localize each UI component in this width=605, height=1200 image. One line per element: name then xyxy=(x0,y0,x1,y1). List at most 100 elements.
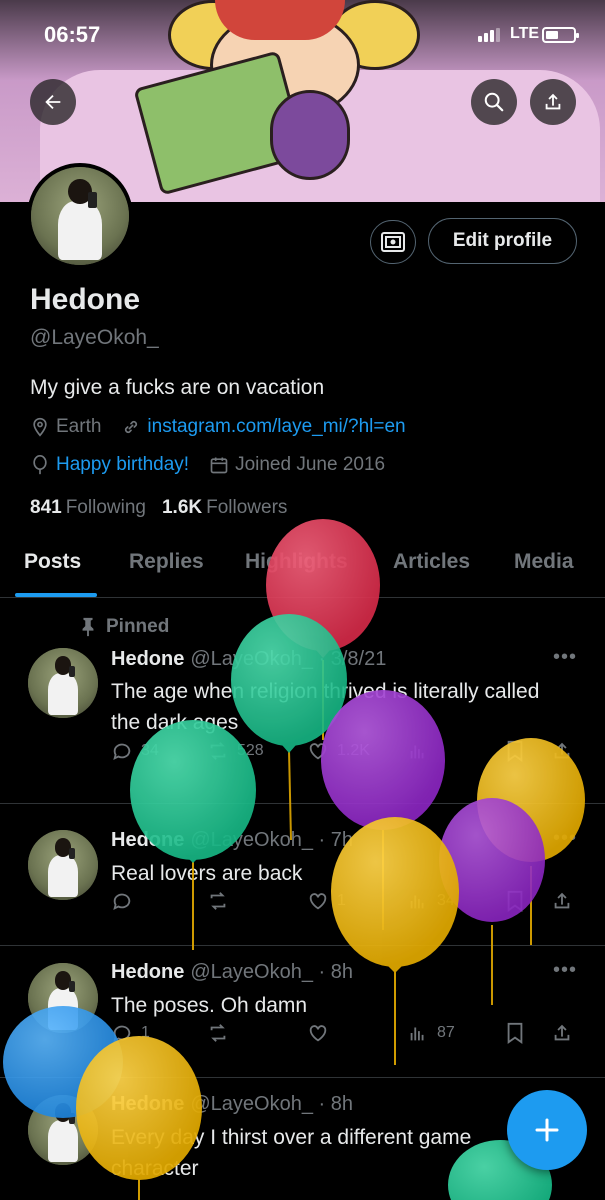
repost-icon xyxy=(210,892,226,910)
share-icon xyxy=(554,1024,570,1041)
profile-avatar[interactable] xyxy=(27,163,133,269)
post-text: Every day I thirst over a different game… xyxy=(111,1126,472,1180)
post-header: Hedone @LayeOkoh_ · 7h xyxy=(111,829,353,852)
share-post-button[interactable] xyxy=(551,890,573,912)
bookmark-icon xyxy=(507,740,523,762)
profile-meta-row: Happy birthday! Joined June 2016 xyxy=(30,454,385,476)
status-time: 06:57 xyxy=(44,22,101,47)
post-item[interactable]: Hedone @LayeOkoh_ · 8h ••• The poses. Oh … xyxy=(0,947,605,1078)
profile-bio: My give a fucks are on vacation xyxy=(30,376,325,399)
bookmark-button[interactable] xyxy=(505,740,525,762)
tab-media[interactable]: Media xyxy=(514,550,574,574)
like-count: 1 xyxy=(337,892,346,909)
profile-handle: @LayeOkoh_ xyxy=(30,326,159,349)
share-icon xyxy=(554,742,570,759)
repost-count: 528 xyxy=(237,742,264,759)
share-post-button[interactable] xyxy=(551,1022,573,1044)
following-label: Following xyxy=(65,497,146,518)
like-count: 1.2K xyxy=(337,742,370,759)
pin-icon xyxy=(82,617,94,637)
link-icon xyxy=(125,420,138,434)
post-item[interactable]: Pinned Hedone @LayeOkoh_ · 3/8/21 ••• The… xyxy=(0,599,605,804)
like-button[interactable]: 1 xyxy=(307,890,346,912)
post-avatar[interactable] xyxy=(28,648,98,718)
share-button[interactable] xyxy=(530,79,576,125)
tab-highlights[interactable]: Highlights xyxy=(245,550,348,574)
following-link[interactable]: 841 Following xyxy=(30,497,146,519)
photo-button[interactable] xyxy=(370,220,416,264)
share-icon xyxy=(545,93,561,110)
more-options-button[interactable]: ••• xyxy=(553,827,577,850)
birthday-link[interactable]: Happy birthday! xyxy=(56,454,189,476)
more-options-button[interactable]: ••• xyxy=(553,646,577,669)
post-avatar[interactable] xyxy=(28,830,98,900)
post-avatar[interactable] xyxy=(28,963,98,1033)
back-arrow-icon xyxy=(45,94,61,110)
views-icon xyxy=(410,895,424,909)
pinned-label: Pinned xyxy=(80,616,169,638)
bookmark-icon xyxy=(507,1022,523,1044)
bookmark-button[interactable] xyxy=(505,890,525,912)
post-header: Hedone @LayeOkoh_ · 3/8/21 xyxy=(111,648,386,671)
tab-articles[interactable]: Articles xyxy=(393,550,470,574)
views-button[interactable]: 87 xyxy=(407,1022,455,1044)
reply-icon xyxy=(113,893,131,911)
compose-button[interactable] xyxy=(507,1090,587,1170)
post-author-name[interactable]: Hedone xyxy=(111,1093,184,1115)
like-button[interactable]: 1.2K xyxy=(307,740,370,762)
post-avatar[interactable] xyxy=(28,1095,98,1165)
edit-profile-button[interactable]: Edit profile xyxy=(428,218,577,264)
views-count: 87 xyxy=(437,1024,455,1041)
search-icon xyxy=(484,92,504,112)
views-button[interactable] xyxy=(407,740,429,762)
compose-icon xyxy=(535,1118,559,1142)
repost-icon xyxy=(210,1024,226,1042)
share-icon xyxy=(554,892,570,909)
repost-button[interactable] xyxy=(207,890,229,912)
post-text: The poses. Oh damn xyxy=(111,994,308,1017)
profile-location: Earth xyxy=(56,416,102,437)
reply-button[interactable] xyxy=(111,890,133,912)
followers-count: 1.6K xyxy=(161,497,203,518)
camera-icon xyxy=(381,232,405,252)
tab-replies[interactable]: Replies xyxy=(129,550,204,574)
like-button[interactable] xyxy=(307,1022,329,1044)
followers-link[interactable]: 1.6K Followers xyxy=(162,497,287,519)
reply-button[interactable]: 34 xyxy=(111,740,159,762)
post-header: Hedone @LayeOkoh_ · 8h xyxy=(111,961,353,984)
profile-name: Hedone xyxy=(30,283,141,316)
balloon-icon xyxy=(33,455,47,475)
post-author-name[interactable]: Hedone xyxy=(111,648,184,670)
tab-posts[interactable]: Posts xyxy=(24,550,81,574)
follow-stats: 841 Following 1.6K Followers xyxy=(30,497,287,519)
post-meta: @LayeOkoh_ · 7h xyxy=(190,829,353,851)
repost-button[interactable]: 528 xyxy=(207,740,264,762)
bookmark-button[interactable] xyxy=(505,1022,525,1044)
search-button[interactable] xyxy=(471,79,517,125)
reply-count: 1 xyxy=(141,1024,150,1041)
views-button[interactable]: 34 xyxy=(407,890,455,912)
repost-icon xyxy=(210,742,226,760)
battery-icon xyxy=(542,27,579,43)
repost-button[interactable] xyxy=(207,1022,229,1044)
network-label: LTE xyxy=(510,25,540,42)
post-author-name[interactable]: Hedone xyxy=(111,829,184,851)
status-bar: 06:57 LTE xyxy=(0,22,605,52)
profile-link[interactable]: instagram.com/laye_mi/?hl=en xyxy=(147,416,405,438)
post-item[interactable]: Hedone @LayeOkoh_ · 7h ••• Real lovers ar… xyxy=(0,805,605,946)
back-button[interactable] xyxy=(30,79,76,125)
like-icon xyxy=(309,743,327,760)
reply-button[interactable]: 1 xyxy=(111,1022,150,1044)
profile-meta-row: Earth instagram.com/laye_mi/?hl=en xyxy=(30,416,406,438)
post-meta: @LayeOkoh_ · 8h xyxy=(190,961,353,983)
reply-count: 34 xyxy=(141,742,159,759)
post-text: Real lovers are back xyxy=(111,862,303,885)
followers-label: Followers xyxy=(206,497,288,518)
calendar-icon xyxy=(210,457,228,474)
post-text: The age when religion thrived is literal… xyxy=(111,680,540,734)
more-options-button[interactable]: ••• xyxy=(553,959,577,982)
share-post-button[interactable] xyxy=(551,740,573,762)
active-tab-indicator xyxy=(15,593,97,597)
views-icon xyxy=(410,745,424,759)
post-author-name[interactable]: Hedone xyxy=(111,961,184,983)
